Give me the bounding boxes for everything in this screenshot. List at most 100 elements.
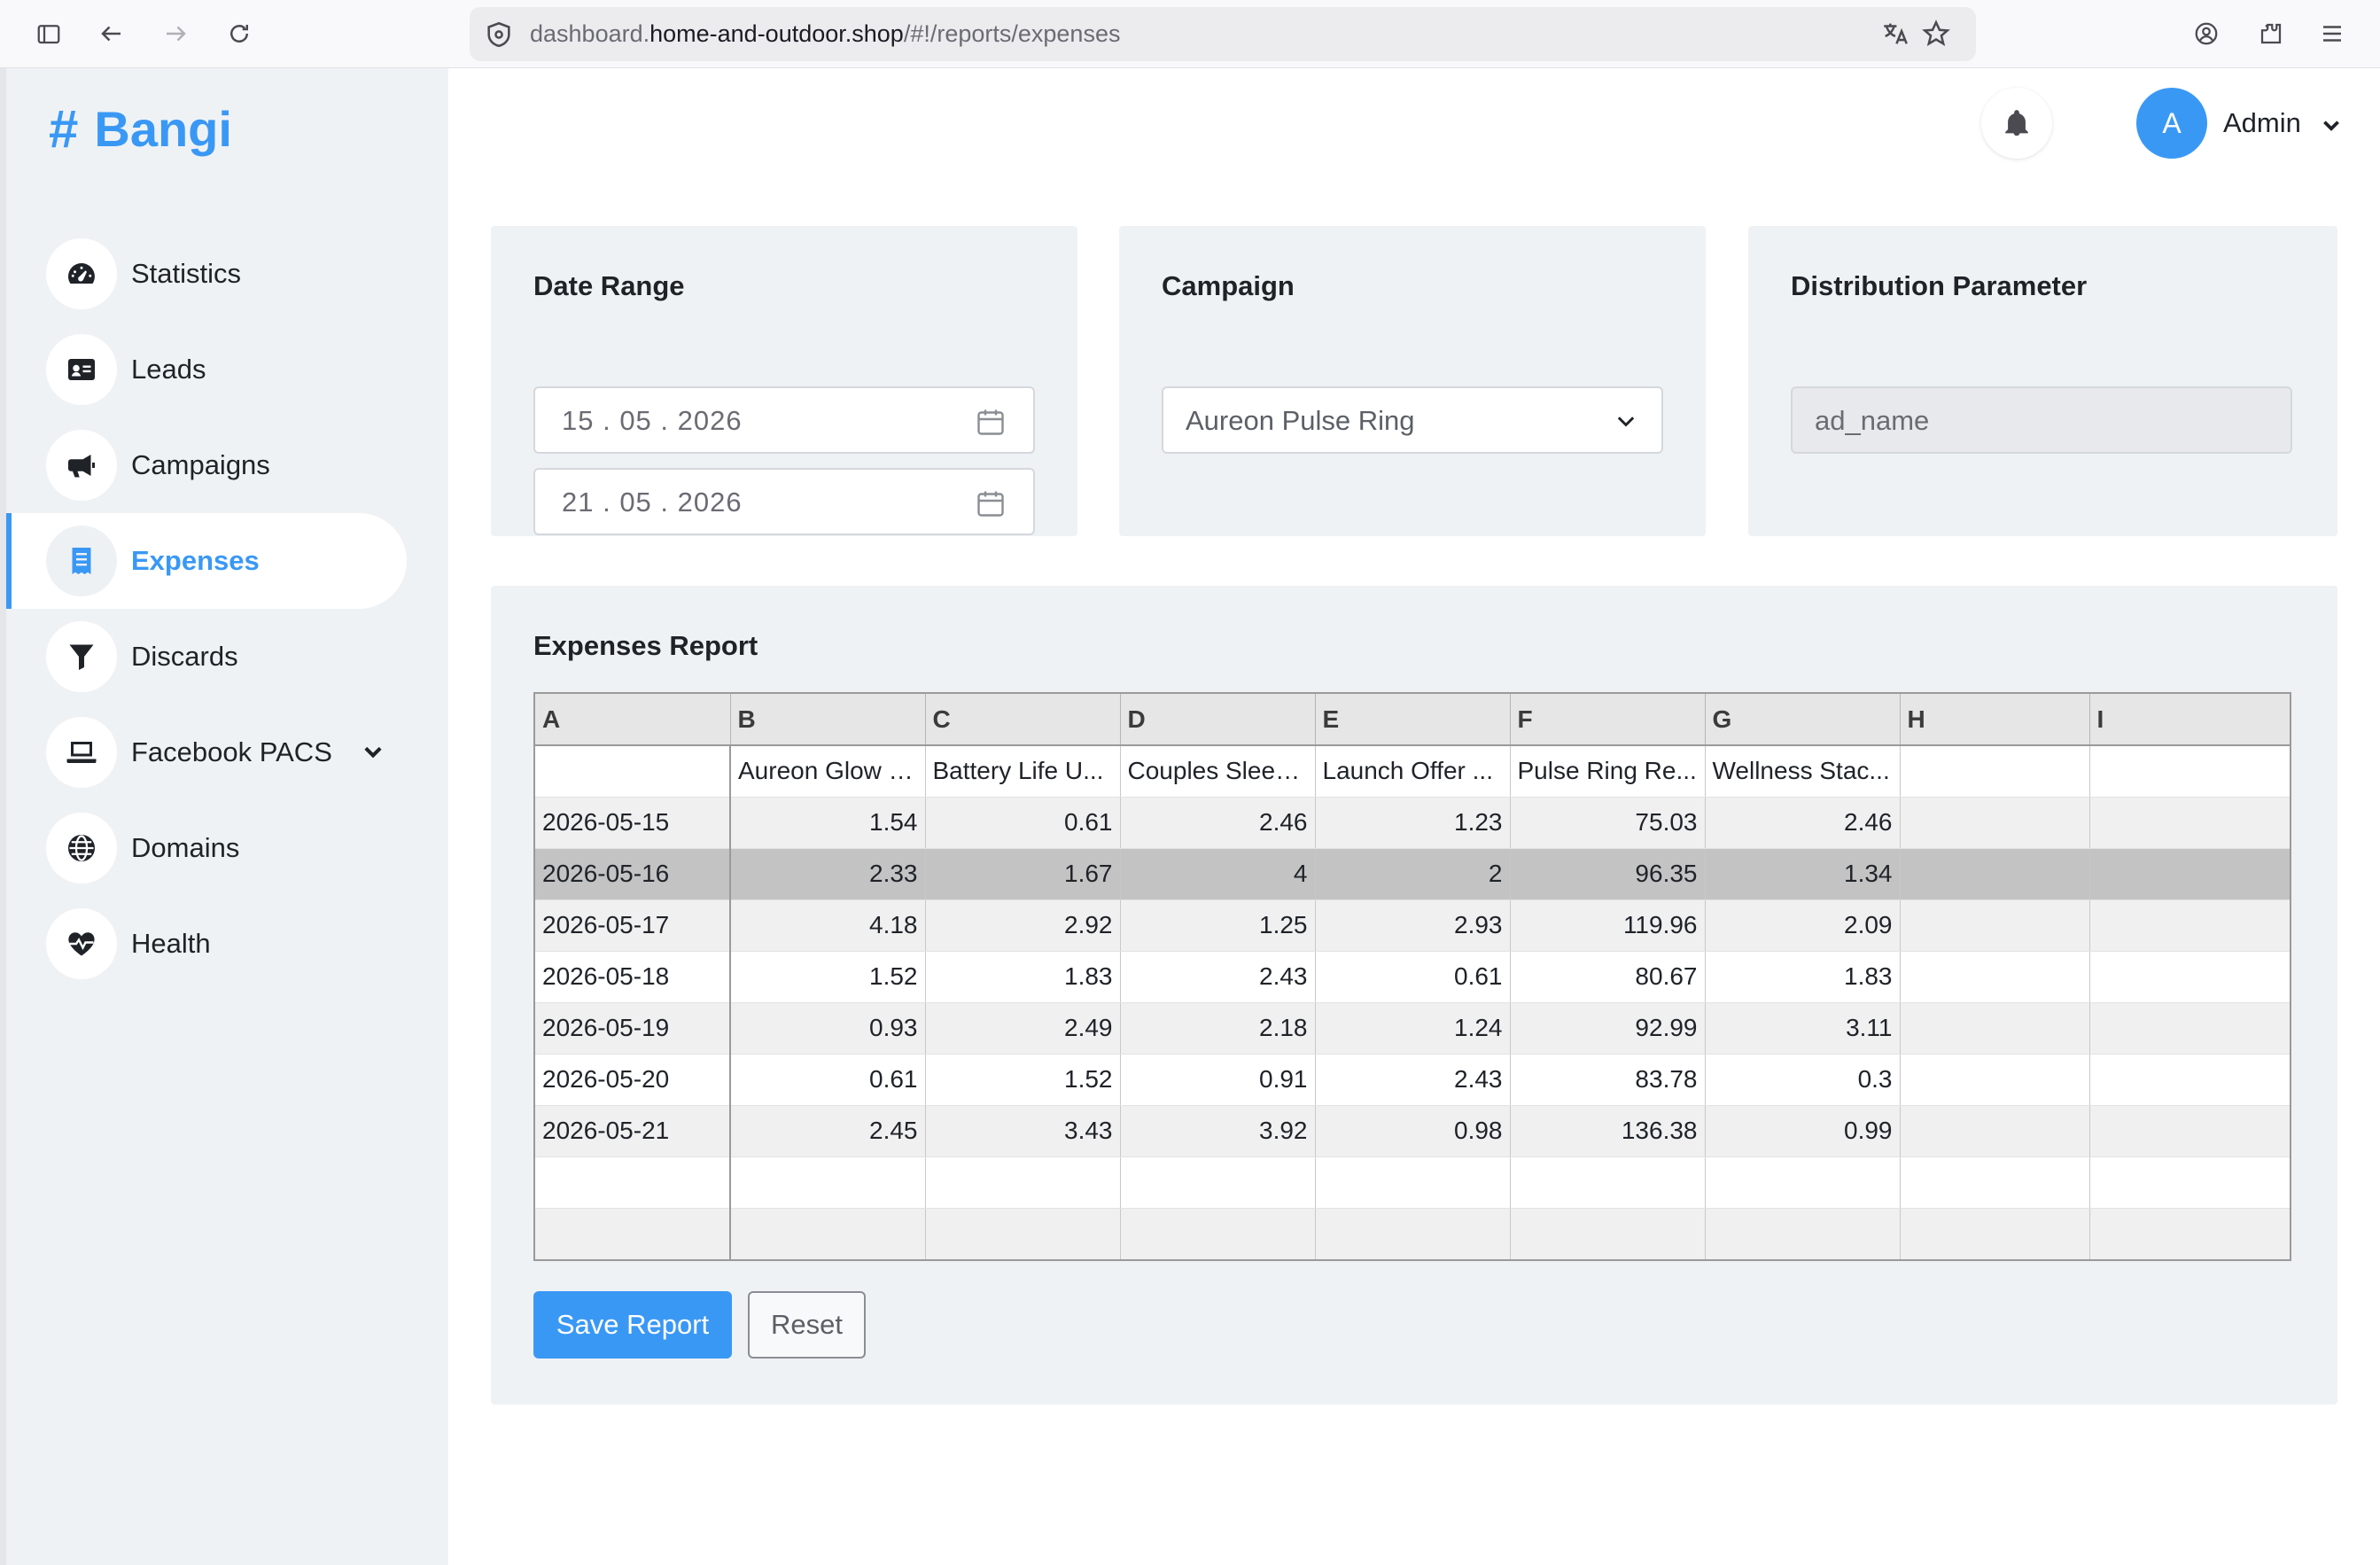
chevron-down-icon[interactable] <box>2320 114 2343 137</box>
table-cell[interactable] <box>1900 1156 2090 1209</box>
table-cell[interactable]: 119.96 <box>1510 899 1706 952</box>
sidebar-toggle-icon[interactable] <box>31 16 66 51</box>
app-logo[interactable]: # Bangi <box>49 93 232 164</box>
table-cell[interactable]: 2.43 <box>1120 951 1316 1003</box>
table-cell[interactable] <box>1705 1208 1901 1259</box>
sidebar-item-campaigns[interactable]: Campaigns <box>6 417 407 513</box>
column-letter-header[interactable]: E <box>1315 694 1511 746</box>
table-row[interactable]: 2026-05-20 0.61 1.52 0.91 2.43 83.78 0.3 <box>535 1054 2290 1106</box>
table-cell[interactable] <box>1900 797 2090 849</box>
sidebar-item-leads[interactable]: Leads <box>6 322 407 417</box>
table-cell[interactable]: 96.35 <box>1510 848 1706 900</box>
column-letter-header[interactable]: I <box>2089 694 2290 746</box>
account-icon[interactable] <box>2189 16 2224 51</box>
table-cell[interactable]: Wellness Stac... <box>1705 745 1901 798</box>
table-cell[interactable]: 2026-05-20 <box>535 1054 731 1106</box>
table-cell[interactable] <box>1120 1208 1316 1259</box>
table-cell[interactable] <box>925 1208 1121 1259</box>
table-cell[interactable]: 1.54 <box>730 797 926 849</box>
table-cell[interactable] <box>1900 1002 2090 1055</box>
calendar-icon[interactable] <box>975 487 1007 519</box>
table-cell[interactable] <box>1900 1054 2090 1106</box>
table-cell[interactable]: 2.93 <box>1315 899 1511 952</box>
table-cell[interactable]: 2.46 <box>1705 797 1901 849</box>
table-cell[interactable] <box>535 1208 731 1259</box>
table-cell[interactable] <box>1900 1208 2090 1259</box>
table-cell[interactable]: 2026-05-17 <box>535 899 731 952</box>
table-cell[interactable]: Launch Offer ... <box>1315 745 1511 798</box>
column-letter-header[interactable]: G <box>1705 694 1901 746</box>
table-cell[interactable] <box>1315 1156 1511 1209</box>
column-letter-header[interactable]: B <box>730 694 926 746</box>
chevron-down-icon[interactable] <box>361 740 385 765</box>
table-cell[interactable] <box>2089 1208 2290 1259</box>
table-cell[interactable]: 0.98 <box>1315 1105 1511 1157</box>
table-cell[interactable]: 1.25 <box>1120 899 1316 952</box>
table-cell[interactable]: 2026-05-18 <box>535 951 731 1003</box>
sidebar-item-expenses[interactable]: Expenses <box>6 513 407 609</box>
forward-arrow-icon[interactable] <box>158 16 193 51</box>
table-cell[interactable] <box>1705 1156 1901 1209</box>
table-cell[interactable] <box>1900 745 2090 798</box>
table-cell[interactable] <box>2089 1156 2290 1209</box>
table-cell[interactable]: 136.38 <box>1510 1105 1706 1157</box>
table-cell[interactable] <box>2089 1002 2290 1055</box>
extensions-icon[interactable] <box>2253 16 2289 51</box>
table-cell[interactable] <box>2089 1105 2290 1157</box>
table-cell[interactable]: 3.92 <box>1120 1105 1316 1157</box>
table-cell[interactable]: 3.11 <box>1705 1002 1901 1055</box>
table-cell[interactable] <box>730 1208 926 1259</box>
table-cell[interactable] <box>2089 951 2290 1003</box>
table-cell[interactable]: 1.52 <box>925 1054 1121 1106</box>
table-cell[interactable] <box>1510 1208 1706 1259</box>
bookmark-star-icon[interactable] <box>1921 19 1953 51</box>
campaign-select[interactable]: Aureon Pulse Ring <box>1162 386 1663 454</box>
column-letter-header[interactable]: A <box>535 694 731 746</box>
table-cell[interactable]: 2.49 <box>925 1002 1121 1055</box>
table-cell[interactable] <box>2089 1054 2290 1106</box>
table-cell[interactable]: 2.45 <box>730 1105 926 1157</box>
table-cell[interactable]: 75.03 <box>1510 797 1706 849</box>
table-cell[interactable]: 0.61 <box>925 797 1121 849</box>
table-cell[interactable]: 2.43 <box>1315 1054 1511 1106</box>
sidebar-item-facebook-pacs[interactable]: Facebook PACS <box>6 705 407 800</box>
table-cell[interactable]: 2026-05-15 <box>535 797 731 849</box>
sidebar-item-health[interactable]: Health <box>6 896 407 992</box>
table-cell[interactable]: 0.61 <box>730 1054 926 1106</box>
start-date-field[interactable]: 15 . 05 . 2026 <box>533 386 1035 454</box>
table-cell[interactable]: 2 <box>1315 848 1511 900</box>
table-cell[interactable]: 83.78 <box>1510 1054 1706 1106</box>
translate-icon[interactable] <box>1880 19 1912 51</box>
table-cell[interactable]: 2026-05-19 <box>535 1002 731 1055</box>
column-letter-header[interactable]: D <box>1120 694 1316 746</box>
table-cell[interactable]: 2.46 <box>1120 797 1316 849</box>
table-cell[interactable] <box>1900 848 2090 900</box>
table-cell[interactable] <box>925 1156 1121 1209</box>
table-cell[interactable] <box>1900 1105 2090 1157</box>
column-letter-header[interactable]: H <box>1900 694 2090 746</box>
table-cell[interactable]: Aureon Glow S... <box>730 745 926 798</box>
save-report-button[interactable]: Save Report <box>533 1291 732 1359</box>
table-cell[interactable] <box>730 1156 926 1209</box>
table-cell[interactable] <box>535 745 731 798</box>
sidebar-item-discards[interactable]: Discards <box>6 609 407 705</box>
table-cell[interactable]: 0.93 <box>730 1002 926 1055</box>
table-cell[interactable]: 80.67 <box>1510 951 1706 1003</box>
table-cell[interactable]: 1.83 <box>1705 951 1901 1003</box>
table-cell[interactable] <box>2089 745 2290 798</box>
table-row[interactable] <box>535 1156 2290 1209</box>
notifications-button[interactable] <box>1981 88 2052 159</box>
reset-button[interactable]: Reset <box>748 1291 866 1359</box>
table-cell[interactable]: 0.91 <box>1120 1054 1316 1106</box>
table-row[interactable]: 2026-05-16 2.33 1.67 4 2 96.35 1.34 <box>535 848 2290 900</box>
table-cell[interactable] <box>535 1156 731 1209</box>
table-cell[interactable] <box>2089 797 2290 849</box>
table-cell[interactable]: 1.52 <box>730 951 926 1003</box>
table-cell[interactable]: 0.3 <box>1705 1054 1901 1106</box>
table-cell[interactable]: 4.18 <box>730 899 926 952</box>
address-bar[interactable]: dashboard.home-and-outdoor.shop/#!/repor… <box>470 7 1976 61</box>
table-row[interactable]: 2026-05-21 2.45 3.43 3.92 0.98 136.38 0.99 <box>535 1105 2290 1157</box>
table-cell[interactable]: 2026-05-21 <box>535 1105 731 1157</box>
end-date-field[interactable]: 21 . 05 . 2026 <box>533 468 1035 535</box>
table-cell[interactable]: 1.23 <box>1315 797 1511 849</box>
